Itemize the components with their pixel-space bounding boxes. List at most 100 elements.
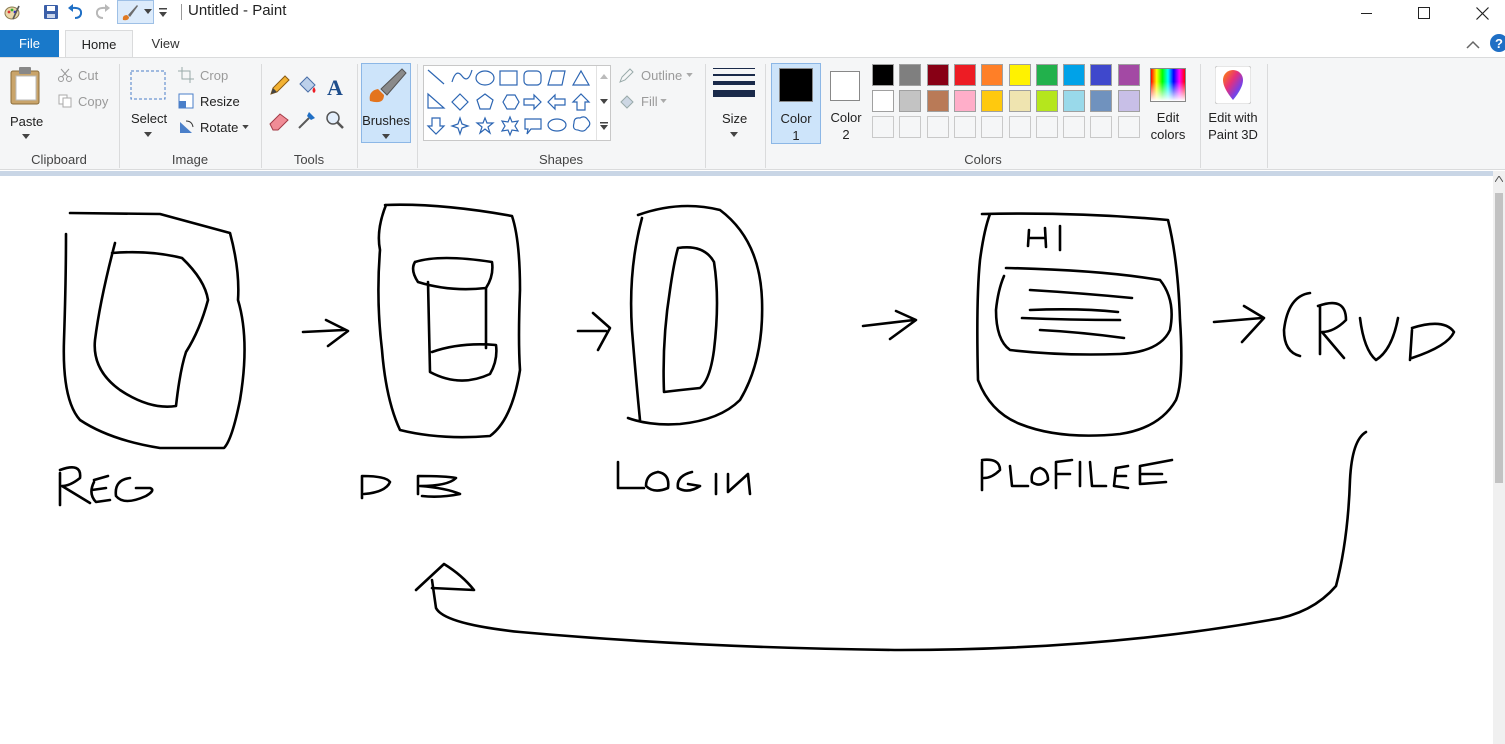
crop-label: Crop [200,68,229,83]
edit-colors-button[interactable]: Edit colors [1146,63,1192,144]
tab-home[interactable]: Home [65,30,133,57]
size-label: Size [722,111,748,126]
magnifier-icon[interactable] [323,108,347,132]
vertical-scrollbar[interactable] [1493,171,1505,744]
brushes-label: Brushes [362,113,410,128]
palette-swatch[interactable] [899,90,922,112]
palette-swatch[interactable] [1008,64,1031,86]
save-icon[interactable] [41,2,61,22]
palette-swatch[interactable] [1035,64,1058,86]
redo-icon[interactable] [92,2,112,22]
tab-file[interactable]: File [0,30,59,57]
sketch-crud-c [1282,291,1312,358]
vertical-scroll-thumb[interactable] [1495,193,1503,483]
color2-button[interactable]: Color 2 [824,63,868,144]
palette-swatch-empty[interactable] [926,116,949,138]
shapes-gallery[interactable] [423,65,611,141]
palette-swatch-empty[interactable] [981,116,1004,138]
tab-view[interactable]: View [138,30,193,57]
palette-swatch[interactable] [1063,64,1086,86]
svg-text:A: A [327,75,343,98]
palette-swatch-empty[interactable] [872,116,894,138]
sketch-crud-d [1408,322,1456,362]
sketch-arrow-2 [576,311,612,352]
edit-colors-label-1: Edit [1156,110,1180,125]
group-label-shapes: Shapes [538,152,584,167]
fill-bucket-icon[interactable] [295,74,319,98]
color-picker-icon[interactable] [295,108,319,132]
palette-swatch-empty[interactable] [1008,116,1031,138]
qa-brush-button[interactable] [117,0,154,24]
sketch-db-cylinder [411,256,498,382]
edit-with-paint3d-button[interactable]: Edit with Paint 3D [1204,63,1262,144]
color2-number: 2 [842,127,850,142]
group-label-tools: Tools [293,152,325,167]
palette-swatch[interactable] [899,64,922,86]
paint-app-icon[interactable] [2,2,22,22]
palette-swatch[interactable] [1117,64,1140,86]
copy-button[interactable]: Copy [56,92,116,112]
customize-qa-toolbar-icon[interactable] [158,6,168,24]
rotate-label: Rotate [200,120,239,135]
outline-label: Outline [641,68,683,83]
crop-button[interactable]: Crop [176,66,246,86]
palette-swatch-empty[interactable] [1117,116,1140,138]
sketch-label-profile [980,458,1174,492]
sketch-label-login [616,460,752,496]
rotate-button[interactable]: Rotate [176,118,256,138]
shapes-scroll[interactable] [596,66,610,140]
palette-swatch[interactable] [953,64,976,86]
sketch-arrow-4 [1212,304,1266,344]
palette-swatch-empty[interactable] [1035,116,1058,138]
undo-icon[interactable] [66,2,86,22]
group-separator [1267,64,1268,168]
size-button[interactable]: Size [710,64,758,144]
resize-button[interactable]: Resize [176,92,256,112]
drawing-canvas[interactable] [0,171,1493,744]
help-icon[interactable]: ? [1489,32,1505,54]
select-button[interactable]: Select [126,66,170,142]
paint3d-label-1: Edit with [1208,110,1258,125]
palette-swatch[interactable] [926,90,949,112]
color1-button[interactable]: Color 1 [771,63,821,144]
fill-button[interactable]: Fill [616,92,676,112]
palette-swatch-empty[interactable] [1090,116,1113,138]
collapse-ribbon-icon[interactable] [1466,37,1480,55]
text-icon[interactable]: A [323,74,347,100]
paste-button[interactable]: Paste [4,62,50,142]
brushes-button[interactable]: Brushes [361,63,411,143]
fill-label: Fill [641,94,658,109]
color1-label: Color [780,111,812,126]
palette-swatch[interactable] [1117,90,1140,112]
palette-swatch[interactable] [872,64,894,86]
palette-swatch[interactable] [872,90,894,112]
sketch-db-frame [377,203,522,439]
palette-swatch-empty[interactable] [899,116,922,138]
outline-button[interactable]: Outline [616,66,698,86]
sketch-profile-lines [1020,288,1134,340]
palette-swatch[interactable] [953,90,976,112]
group-label-clipboard: Clipboard [31,152,87,167]
sketch-crud-u [1358,316,1400,362]
palette-swatch[interactable] [926,64,949,86]
palette-swatch[interactable] [1035,90,1058,112]
color1-number: 1 [792,128,800,143]
palette-swatch[interactable] [981,64,1004,86]
palette-swatch-empty[interactable] [953,116,976,138]
eraser-icon[interactable] [267,108,291,132]
pencil-icon[interactable] [267,74,291,98]
palette-swatch[interactable] [1090,90,1113,112]
group-separator [705,64,706,168]
minimize-button[interactable] [1344,0,1390,26]
palette-swatch[interactable] [981,90,1004,112]
palette-swatch[interactable] [1063,90,1086,112]
maximize-button[interactable] [1401,0,1447,26]
ribbon-tabs: File Home View ? [0,30,1505,57]
close-button[interactable] [1459,0,1505,26]
cut-button[interactable]: Cut [56,66,116,86]
palette-swatch-empty[interactable] [1063,116,1086,138]
palette-swatch[interactable] [1090,64,1113,86]
select-label: Select [131,111,168,126]
color2-label: Color [830,110,862,125]
palette-swatch[interactable] [1008,90,1031,112]
